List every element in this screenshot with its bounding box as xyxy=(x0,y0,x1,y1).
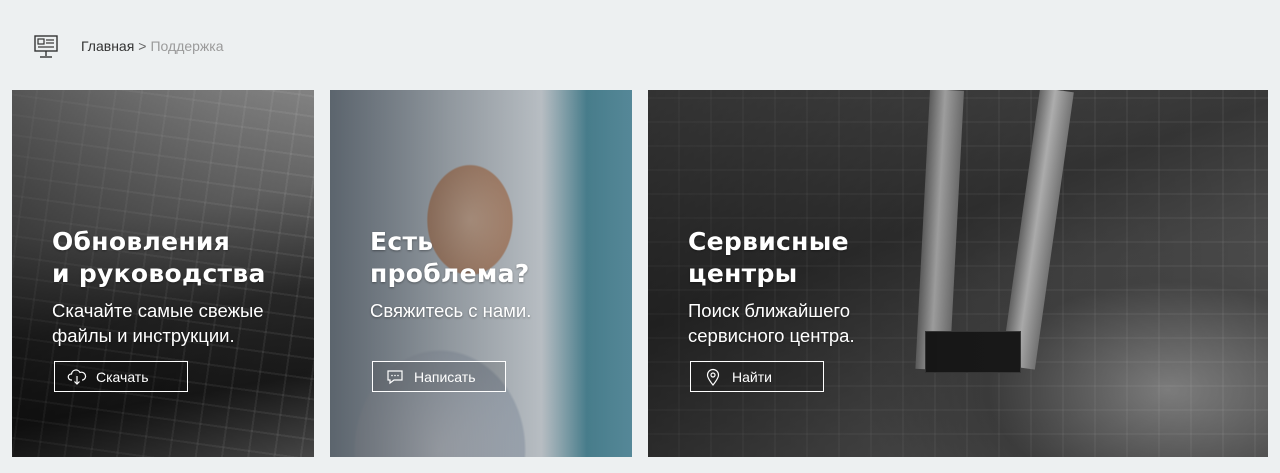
breadcrumb-bar: Главная > Поддержка xyxy=(33,32,224,60)
breadcrumb-home-link[interactable]: Главная xyxy=(81,38,134,54)
card-updates-text: Скачайте самые свежые файлы и инструкции… xyxy=(52,300,264,346)
presentation-board-icon[interactable] xyxy=(33,33,59,59)
card-service[interactable]: Сервисные центры Поиск ближайшего сервис… xyxy=(648,90,1268,457)
download-button[interactable]: Скачать xyxy=(54,361,188,392)
download-button-label: Скачать xyxy=(96,368,149,385)
write-button[interactable]: Написать xyxy=(372,361,506,392)
find-button[interactable]: Найти xyxy=(690,361,824,392)
cloud-download-icon xyxy=(67,368,87,385)
card-support-title: Есть проблема? xyxy=(370,227,530,288)
map-pin-icon xyxy=(706,368,720,386)
breadcrumb: Главная > Поддержка xyxy=(81,38,224,54)
breadcrumb-separator: > xyxy=(138,38,147,54)
card-updates[interactable]: Обновления и руководства Скачайте самые … xyxy=(12,90,314,457)
card-support-content: Есть проблема? Свяжитесь с нами. xyxy=(370,226,612,323)
chat-bubble-icon xyxy=(387,369,403,384)
write-button-label: Написать xyxy=(414,368,476,385)
card-updates-title: Обновления и руководства xyxy=(52,227,266,288)
find-button-label: Найти xyxy=(732,368,772,385)
card-service-title: Сервисные центры xyxy=(688,227,849,288)
card-updates-content: Обновления и руководства Скачайте самые … xyxy=(52,226,294,348)
breadcrumb-current: Поддержка xyxy=(150,38,224,54)
card-service-content: Сервисные центры Поиск ближайшего сервис… xyxy=(688,226,1248,348)
card-service-text: Поиск ближайшего сервисного центра. xyxy=(688,300,855,346)
card-support-text: Свяжитесь с нами. xyxy=(370,300,532,321)
card-support[interactable]: Есть проблема? Свяжитесь с нами. Написат… xyxy=(330,90,632,457)
